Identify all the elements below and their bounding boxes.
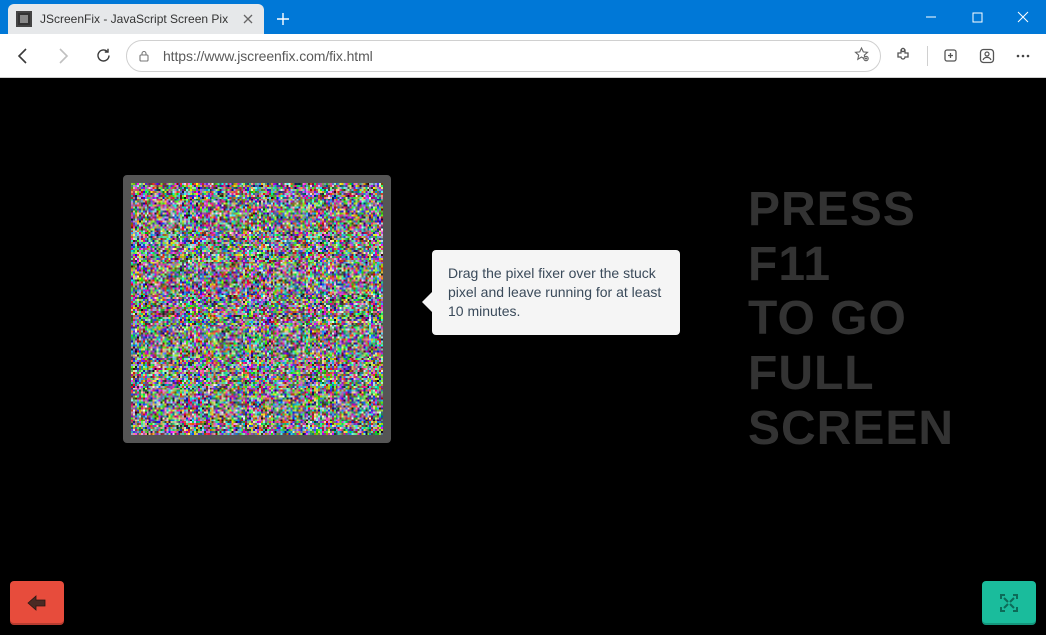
- window-titlebar: JScreenFix - JavaScript Screen Pix: [0, 0, 1046, 34]
- pixel-fixer-box[interactable]: [123, 175, 391, 443]
- nav-back-button[interactable]: [6, 39, 40, 73]
- page-viewport: Drag the pixel fixer over the stuck pixe…: [0, 78, 1046, 635]
- browser-tab[interactable]: JScreenFix - JavaScript Screen Pix: [8, 4, 264, 34]
- instruction-text: Drag the pixel fixer over the stuck pixe…: [448, 265, 661, 319]
- window-close-button[interactable]: [1000, 0, 1046, 34]
- toolbar-divider: [927, 46, 928, 66]
- new-tab-button[interactable]: [268, 4, 298, 34]
- window-minimize-button[interactable]: [908, 0, 954, 34]
- tab-title: JScreenFix - JavaScript Screen Pix: [40, 12, 232, 26]
- browser-toolbar: https://www.jscreenfix.com/fix.html: [0, 34, 1046, 78]
- toolbar-right: [887, 39, 1040, 73]
- nav-refresh-button[interactable]: [86, 39, 120, 73]
- instruction-tooltip: Drag the pixel fixer over the stuck pixe…: [432, 250, 680, 335]
- fullscreen-hint-heading: PRESSF11TO GOFULLSCREEN: [748, 183, 954, 457]
- extensions-icon[interactable]: [887, 39, 921, 73]
- arrow-left-icon: [25, 592, 49, 614]
- lock-icon: [137, 49, 153, 63]
- favorite-icon[interactable]: [853, 46, 870, 66]
- fullscreen-hint-text: PRESSF11TO GOFULLSCREEN: [748, 183, 954, 455]
- window-controls: [908, 0, 1046, 34]
- fullscreen-icon: [998, 592, 1020, 614]
- collections-icon[interactable]: [934, 39, 968, 73]
- nav-forward-button[interactable]: [46, 39, 80, 73]
- menu-icon[interactable]: [1006, 39, 1040, 73]
- profile-icon[interactable]: [970, 39, 1004, 73]
- address-bar[interactable]: https://www.jscreenfix.com/fix.html: [126, 40, 881, 72]
- page-back-button[interactable]: [10, 581, 64, 625]
- tab-close-button[interactable]: [240, 11, 256, 27]
- window-maximize-button[interactable]: [954, 0, 1000, 34]
- pixel-noise-canvas: [131, 183, 383, 435]
- fullscreen-button[interactable]: [982, 581, 1036, 625]
- tab-favicon: [16, 11, 32, 27]
- address-url: https://www.jscreenfix.com/fix.html: [163, 48, 843, 64]
